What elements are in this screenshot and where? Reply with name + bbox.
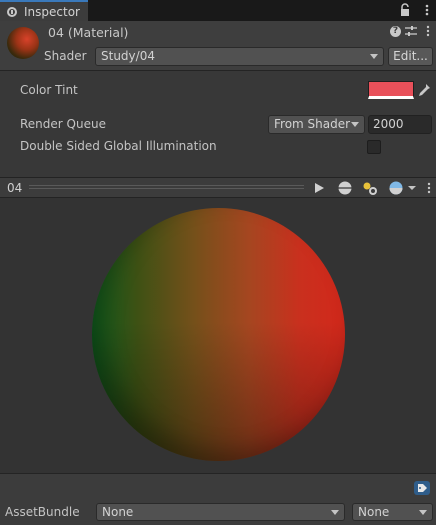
render-queue-input[interactable]: 2000 (368, 115, 432, 134)
preview-drag-handle[interactable] (29, 185, 304, 191)
edit-shader-button[interactable]: Edit... (388, 47, 433, 66)
chevron-down-icon (331, 510, 339, 515)
chevron-down-icon (419, 510, 427, 515)
material-name: 04 (Material) (48, 25, 129, 40)
shader-value: Study/04 (101, 49, 155, 63)
color-tint-swatch[interactable] (368, 81, 414, 99)
background-icon[interactable] (388, 180, 418, 196)
material-header: 04 (Material) ? Shader Study/04 Edit... (0, 21, 436, 71)
settings-icon[interactable] (405, 25, 417, 37)
render-queue-dropdown[interactable]: From Shader (268, 115, 365, 134)
tab-bar: Inspector (0, 0, 436, 21)
render-queue-label: Render Queue (20, 117, 106, 131)
shader-dropdown[interactable]: Study/04 (95, 47, 384, 66)
preview-toolbar: 04 (0, 177, 436, 198)
help-icon[interactable]: ? (390, 26, 401, 37)
assetbundle-name-value: None (102, 505, 134, 519)
sphere-mesh-icon[interactable] (337, 180, 353, 196)
eyedropper-icon[interactable] (416, 82, 432, 98)
preview-sphere[interactable] (92, 208, 345, 461)
material-preview-area[interactable] (0, 198, 436, 473)
shader-label: Shader (44, 49, 87, 63)
inspector-icon (7, 7, 17, 17)
tab-inspector[interactable]: Inspector (0, 0, 88, 21)
chevron-down-icon (370, 54, 378, 59)
lock-icon[interactable] (400, 3, 410, 17)
tab-label: Inspector (24, 5, 80, 19)
chevron-down-icon (351, 122, 359, 127)
menu-icon[interactable] (424, 181, 434, 195)
play-icon[interactable] (312, 181, 326, 195)
render-queue-mode: From Shader (274, 117, 351, 131)
preview-title: 04 (7, 181, 23, 195)
material-thumbnail (7, 27, 39, 59)
assetbundle-name-dropdown[interactable]: None (96, 503, 345, 521)
assetbundle-variant-dropdown[interactable]: None (352, 503, 433, 521)
double-sided-gi-label: Double Sided Global Illumination (20, 139, 217, 153)
double-sided-gi-checkbox[interactable] (367, 140, 381, 154)
assetbundle-label: AssetBundle (5, 505, 80, 519)
color-tint-label: Color Tint (20, 83, 78, 97)
assetbundle-variant-value: None (358, 505, 390, 519)
menu-icon[interactable] (422, 25, 434, 37)
assetbundle-footer: AssetBundle None None (0, 473, 436, 525)
light-icon[interactable] (361, 180, 379, 196)
menu-icon[interactable] (420, 3, 434, 17)
label-tag-icon[interactable] (414, 481, 430, 495)
